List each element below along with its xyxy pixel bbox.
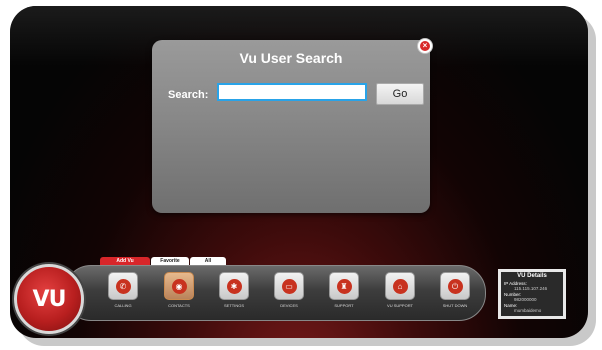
close-button[interactable]: ×: [417, 38, 433, 54]
tab-all[interactable]: All: [190, 257, 226, 265]
app-calling[interactable]: ✆ CALLING: [108, 272, 138, 310]
app-label: CONTACTS: [168, 303, 190, 308]
home-icon: ⌂: [392, 278, 408, 294]
support-icon: ♜: [336, 278, 352, 294]
app-label: SHUT DOWN: [442, 303, 468, 308]
user-search-dialog: Vu User Search Search: Go: [152, 40, 430, 213]
app-devices[interactable]: ▭ DEVICES: [274, 272, 304, 310]
app-label: CALLING: [114, 303, 132, 308]
contact-tabs: Add Vu Contacts Favorite All: [100, 257, 226, 272]
dialog-title: Vu User Search: [239, 50, 343, 66]
app-tile: ▭: [274, 272, 304, 300]
app-label: SUPPORT: [334, 303, 354, 308]
app-settings[interactable]: ✱ SETTINGS: [219, 272, 249, 310]
app-contacts[interactable]: ◉ CONTACTS: [164, 272, 194, 310]
power-icon: ⏻: [447, 278, 463, 294]
app-label: VU SUPPORT: [387, 303, 413, 308]
devices-icon: ▭: [281, 278, 297, 294]
app-label: DEVICES: [280, 303, 298, 308]
close-icon: ×: [420, 41, 430, 51]
phone-icon: ✆: [115, 278, 131, 294]
name-value: mumbaidemo: [514, 308, 542, 313]
details-title: VU Details: [517, 273, 547, 279]
app-label: SETTINGS: [223, 303, 244, 308]
app-tile: ⏻: [440, 272, 470, 300]
vu-details-panel: VU Details IP Address: 115.115.107.246 N…: [498, 269, 566, 319]
app-support[interactable]: ♜ SUPPORT: [329, 272, 359, 310]
search-label: Search:: [168, 89, 209, 101]
app-tile: ⌂: [385, 272, 415, 300]
go-button[interactable]: Go: [376, 83, 424, 105]
app-shut-down[interactable]: ⏻ SHUT DOWN: [440, 272, 470, 310]
tab-add-vu-contacts[interactable]: Add Vu Contacts: [100, 257, 150, 272]
vu-logo: VU: [14, 264, 84, 334]
logo-text: VU: [32, 286, 67, 312]
app-tile: ♜: [329, 272, 359, 300]
app-tile: ✆: [108, 272, 138, 300]
app-tile: ✱: [219, 272, 249, 300]
app-tile: ◉: [164, 272, 194, 300]
contacts-icon: ◉: [171, 278, 187, 294]
app-vu-support[interactable]: ⌂ VU SUPPORT: [385, 272, 415, 310]
settings-icon: ✱: [226, 278, 242, 294]
tab-favorite[interactable]: Favorite: [151, 257, 189, 265]
search-input[interactable]: [217, 83, 367, 101]
